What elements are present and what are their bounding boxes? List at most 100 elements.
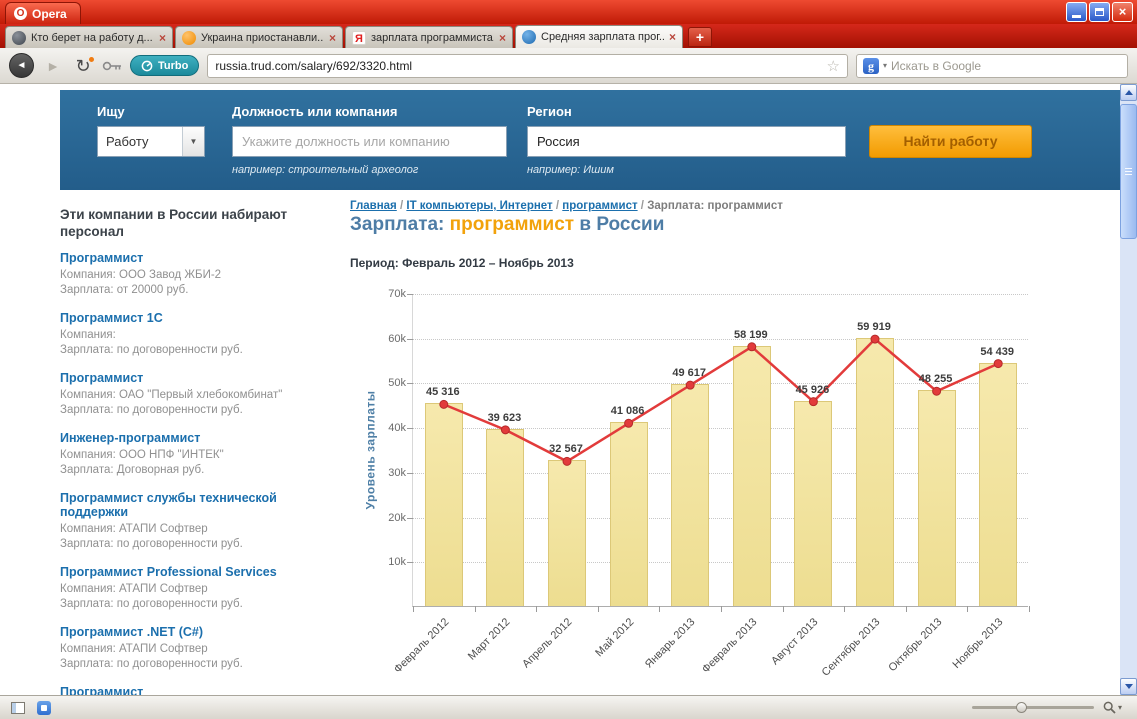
salary-chart: Уровень зарплаты 10k 20k 30k 40k 50k 60k 70k 45… bbox=[350, 282, 1050, 695]
password-key-button[interactable] bbox=[102, 59, 122, 73]
zoom-control: ▾ bbox=[971, 701, 1122, 714]
scroll-down-button[interactable] bbox=[1120, 678, 1137, 695]
new-tab-button[interactable]: + bbox=[688, 27, 712, 47]
zoom-menu-button[interactable]: ▾ bbox=[1103, 701, 1122, 714]
breadcrumb: Главная / IT компьютеры, Интернет / прог… bbox=[350, 200, 783, 212]
chart-point bbox=[439, 399, 449, 409]
tab-close-icon[interactable]: × bbox=[669, 31, 676, 43]
thumb-grip-icon bbox=[1125, 168, 1132, 175]
job-salary: Зарплата: Договорная руб. bbox=[60, 464, 205, 476]
status-bar: ▾ bbox=[0, 695, 1137, 719]
arrow-up-icon bbox=[1124, 90, 1133, 95]
job-title-link[interactable]: Программист 1С bbox=[60, 311, 332, 325]
job-item: ПрограммистКомпания: bbox=[60, 685, 332, 695]
breadcrumb-separator: / bbox=[552, 200, 563, 212]
job-company: Компания: АТАПИ Софтвер bbox=[60, 523, 208, 535]
search-field-container: g ▾ bbox=[856, 53, 1128, 78]
chart-point bbox=[747, 342, 757, 352]
title-tail: в России bbox=[579, 214, 665, 235]
job-item: Программист Компания: ООО Завод ЖБИ-2 Зарп… bbox=[60, 251, 332, 298]
minimize-button[interactable] bbox=[1066, 2, 1087, 22]
zoom-slider-handle[interactable] bbox=[1015, 702, 1027, 713]
job-title-link[interactable]: Программист службы технической поддержки bbox=[60, 491, 332, 519]
sidebar: Эти компании в России набирают персонал … bbox=[60, 206, 332, 695]
orange-site-favicon-icon bbox=[182, 30, 196, 45]
chart-line bbox=[443, 337, 999, 463]
title-lead: Зарплата: bbox=[350, 214, 445, 235]
job-item: Программист 1С Компания: Зарплата: по дого… bbox=[60, 311, 332, 358]
job-title-link[interactable]: Программист bbox=[60, 685, 332, 695]
chart-value-label: 39 623 bbox=[487, 411, 522, 424]
tab-close-icon[interactable]: × bbox=[499, 32, 506, 44]
chevron-down-icon: ▾ bbox=[1117, 703, 1122, 712]
tab-label: Средняя зарплата прог... bbox=[541, 31, 664, 43]
vertical-scrollbar[interactable] bbox=[1120, 84, 1137, 695]
close-button[interactable]: × bbox=[1112, 2, 1133, 22]
web-search-input[interactable] bbox=[891, 58, 1121, 73]
seek-select[interactable]: Работу ▼ bbox=[97, 126, 205, 157]
panels-toggle-button[interactable] bbox=[9, 700, 27, 716]
job-item: Программист Professional Services Компани… bbox=[60, 565, 332, 612]
arrow-down-icon bbox=[1124, 684, 1133, 689]
opera-link-icon bbox=[37, 700, 51, 715]
job-title-link[interactable]: Инженер-программист bbox=[60, 431, 332, 445]
job-salary: Зарплата: по договоренности руб. bbox=[60, 404, 243, 416]
opera-menu-button[interactable]: O Opera bbox=[5, 2, 81, 24]
chart-value-label: 58 199 bbox=[733, 328, 768, 341]
breadcrumb-item[interactable]: Главная bbox=[350, 200, 397, 212]
reload-button[interactable]: ↻ bbox=[72, 55, 94, 77]
breadcrumb-item: Зарплата: программист bbox=[647, 200, 783, 212]
chart-y-tick-label: 50k bbox=[388, 377, 406, 390]
job-company: Компания: АТАПИ Софтвер bbox=[60, 643, 208, 655]
job-title-link[interactable]: Программист bbox=[60, 371, 332, 385]
tab-close-icon[interactable]: × bbox=[159, 32, 166, 44]
page-title: Зарплата: программист в России bbox=[350, 214, 664, 236]
address-field-container: ☆ bbox=[207, 53, 848, 78]
maximize-icon bbox=[1095, 8, 1104, 16]
zoom-slider[interactable] bbox=[971, 702, 1094, 713]
search-engine-dropdown-icon[interactable]: ▾ bbox=[883, 61, 887, 70]
scrollbar-thumb[interactable] bbox=[1120, 104, 1137, 239]
scroll-up-button[interactable] bbox=[1120, 84, 1137, 101]
job-title-link[interactable]: Программист .NET (C#) bbox=[60, 625, 332, 639]
breadcrumb-item[interactable]: программист bbox=[562, 200, 637, 212]
magnifier-icon bbox=[1103, 701, 1116, 714]
close-icon: × bbox=[1118, 4, 1127, 19]
window-controls: × bbox=[1066, 2, 1133, 22]
breadcrumb-separator: / bbox=[396, 200, 407, 212]
reload-badge-icon bbox=[89, 56, 94, 62]
turbo-button[interactable]: Turbo bbox=[130, 55, 200, 76]
chart-point bbox=[808, 397, 818, 407]
tab-bar: Кто берет на работу д... × Украина приоста… bbox=[0, 24, 1137, 48]
chart-value-label: 45 316 bbox=[425, 386, 460, 399]
tab[interactable]: Украина приостанавли... × bbox=[175, 26, 343, 48]
bookmark-star-icon[interactable]: ☆ bbox=[827, 57, 840, 75]
tab[interactable]: Средняя зарплата прог... × bbox=[515, 25, 683, 48]
chart-value-label: 59 919 bbox=[857, 321, 891, 334]
address-toolbar: ◄ ► ↻ Turbo ☆ g ▾ bbox=[0, 48, 1137, 84]
panels-icon bbox=[11, 701, 25, 714]
job-title-link[interactable]: Программист bbox=[60, 251, 332, 265]
back-button[interactable]: ◄ bbox=[9, 53, 34, 78]
opera-link-button[interactable] bbox=[35, 700, 53, 716]
chart-point bbox=[932, 386, 942, 396]
job-title-link[interactable]: Программист Professional Services bbox=[60, 565, 332, 579]
sidebar-title: Эти компании в России набирают персонал bbox=[60, 207, 288, 239]
maximize-button[interactable] bbox=[1089, 2, 1110, 22]
plus-icon: + bbox=[695, 29, 705, 45]
job-company: Компания: ООО НПФ "ИНТЕК" bbox=[60, 449, 224, 461]
job-item: Инженер-программист Компания: ООО НПФ "ИН… bbox=[60, 431, 332, 478]
breadcrumb-item[interactable]: IT компьютеры, Интернет bbox=[406, 200, 552, 212]
forward-button[interactable]: ► bbox=[42, 55, 64, 77]
chart-y-tick-label: 60k bbox=[388, 332, 406, 345]
tab[interactable]: Язарплата программиста... × bbox=[345, 26, 513, 48]
chart-line-overlay bbox=[439, 334, 1003, 466]
globe-favicon-icon bbox=[12, 30, 26, 45]
tab-close-icon[interactable]: × bbox=[329, 32, 336, 44]
chart-point bbox=[993, 359, 1003, 369]
tab[interactable]: Кто берет на работу д... × bbox=[5, 26, 173, 48]
key-icon bbox=[102, 61, 121, 70]
tab-strip: Кто берет на работу д... × Украина приоста… bbox=[5, 25, 685, 48]
url-input[interactable] bbox=[215, 58, 821, 73]
tab-label: Кто берет на работу д... bbox=[31, 31, 153, 44]
